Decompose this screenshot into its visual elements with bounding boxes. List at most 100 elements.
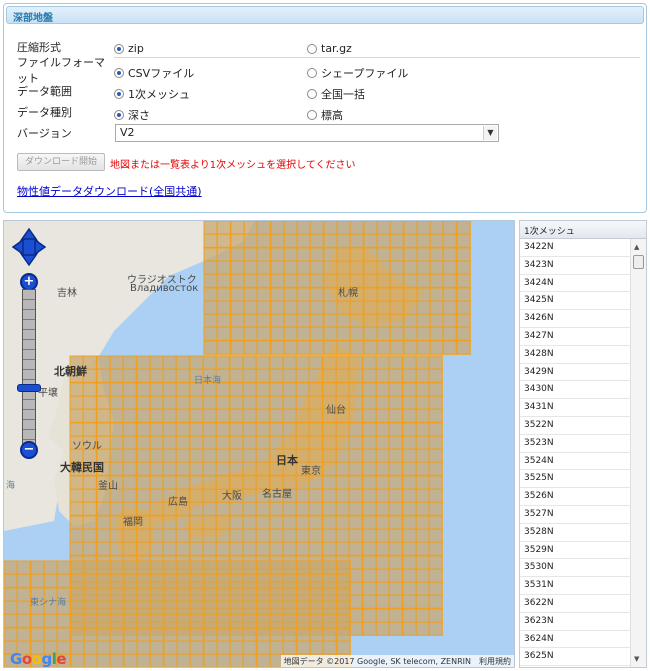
mesh-cell[interactable] [176, 560, 191, 575]
mesh-cell[interactable] [122, 395, 137, 410]
mesh-cell[interactable] [388, 541, 403, 556]
mesh-cell[interactable] [202, 422, 217, 437]
mesh-cell[interactable] [323, 247, 338, 262]
mesh-cell[interactable] [162, 395, 177, 410]
mesh-cell[interactable] [30, 613, 45, 628]
mesh-cell[interactable] [96, 627, 111, 642]
mesh-cell[interactable] [189, 488, 204, 503]
terms-link[interactable]: 利用規約 [479, 656, 511, 666]
mesh-cell[interactable] [336, 573, 351, 588]
mesh-cell[interactable] [348, 568, 363, 583]
mesh-cell[interactable] [203, 233, 218, 248]
mesh-cell[interactable] [428, 488, 443, 503]
mesh-cell[interactable] [389, 247, 404, 262]
mesh-cell[interactable] [149, 573, 164, 588]
mesh-cell[interactable] [415, 515, 430, 530]
mesh-cell[interactable] [335, 368, 350, 383]
mesh-cell[interactable] [322, 627, 337, 642]
mesh-cell[interactable] [96, 573, 111, 588]
mesh-cell[interactable] [415, 594, 430, 609]
mesh-cell[interactable] [456, 287, 471, 302]
mesh-cell[interactable] [149, 448, 164, 463]
mesh-cell[interactable] [416, 326, 431, 341]
mesh-cell[interactable] [109, 435, 124, 450]
mesh-list-item[interactable]: 3428N [520, 346, 630, 364]
mesh-cell[interactable] [243, 287, 258, 302]
mesh-cell[interactable] [308, 355, 323, 370]
mesh-cell[interactable] [123, 627, 138, 642]
mesh-cell[interactable] [189, 627, 204, 642]
mesh-cell[interactable] [149, 541, 164, 556]
mesh-cell[interactable] [376, 300, 391, 315]
mesh-cell[interactable] [322, 501, 337, 516]
mesh-cell[interactable] [376, 221, 391, 235]
mesh-cell[interactable] [309, 313, 324, 328]
mesh-cell[interactable] [229, 408, 244, 423]
mesh-cell[interactable] [322, 355, 337, 370]
mesh-cell[interactable] [256, 573, 271, 588]
mesh-cell[interactable] [109, 501, 124, 516]
mesh-cell[interactable] [363, 273, 378, 288]
mesh-cell[interactable] [309, 587, 324, 602]
mesh-cell[interactable] [296, 326, 311, 341]
mesh-list-item[interactable]: 3526N [520, 488, 630, 506]
mesh-cell[interactable] [189, 560, 204, 575]
mesh-cell[interactable] [242, 501, 257, 516]
mesh-cell[interactable] [322, 640, 337, 655]
mesh-cell[interactable] [388, 555, 403, 570]
mesh-cell[interactable] [282, 528, 297, 543]
mesh-cell[interactable] [348, 422, 363, 437]
property-data-link[interactable]: 物性値データダウンロード(全国共通) [17, 183, 202, 199]
mesh-cell[interactable] [282, 435, 297, 450]
mesh-cell[interactable] [336, 300, 351, 315]
mesh-map[interactable]: 吉林 ウラジオストク Владивосток 北朝鮮 平壌 ソウル 大韓民国 釜… [3, 220, 515, 668]
mesh-cell[interactable] [96, 368, 111, 383]
mesh-cell[interactable] [96, 613, 111, 628]
mesh-cell[interactable] [229, 395, 244, 410]
mesh-cell[interactable] [122, 435, 137, 450]
mesh-cell[interactable] [122, 355, 137, 370]
mesh-cell[interactable] [229, 515, 244, 530]
mesh-cell[interactable] [348, 382, 363, 397]
mesh-cell[interactable] [202, 355, 217, 370]
mesh-cell[interactable] [348, 461, 363, 476]
mesh-cell[interactable] [308, 448, 323, 463]
mesh-cell[interactable] [175, 541, 190, 556]
mesh-cell[interactable] [123, 600, 138, 615]
mesh-cell[interactable] [322, 613, 337, 628]
mesh-cell[interactable] [229, 573, 244, 588]
compression-zip-radio[interactable]: zip [114, 42, 144, 55]
mesh-cell[interactable] [389, 287, 404, 302]
mesh-cell[interactable] [375, 501, 390, 516]
mesh-cell[interactable] [149, 627, 164, 642]
mesh-cell[interactable] [428, 382, 443, 397]
scroll-thumb[interactable] [633, 255, 644, 269]
mesh-cell[interactable] [136, 627, 151, 642]
mesh-cell[interactable] [348, 581, 363, 596]
range-mesh-radio[interactable]: 1次メッシュ [114, 86, 190, 102]
mesh-cell[interactable] [189, 501, 204, 516]
mesh-cell[interactable] [348, 395, 363, 410]
mesh-cell[interactable] [388, 594, 403, 609]
mesh-cell[interactable] [189, 355, 204, 370]
mesh-cell[interactable] [82, 488, 97, 503]
mesh-cell[interactable] [203, 627, 218, 642]
mesh-cell[interactable] [429, 247, 444, 262]
mesh-cell[interactable] [308, 395, 323, 410]
mesh-cell[interactable] [96, 600, 111, 615]
mesh-list-item[interactable]: 3423N [520, 257, 630, 275]
mesh-list-item[interactable]: 3527N [520, 506, 630, 524]
mesh-cell[interactable] [149, 422, 164, 437]
mesh-cell[interactable] [136, 422, 151, 437]
mesh-cell[interactable] [189, 461, 204, 476]
mesh-cell[interactable] [162, 448, 177, 463]
mesh-cell[interactable] [230, 273, 245, 288]
mesh-cell[interactable] [16, 627, 31, 642]
mesh-cell[interactable] [149, 515, 164, 530]
mesh-cell[interactable] [270, 340, 285, 355]
mesh-cell[interactable] [136, 560, 151, 575]
mesh-cell[interactable] [203, 300, 218, 315]
mesh-cell[interactable] [376, 273, 391, 288]
mesh-cell[interactable] [363, 233, 378, 248]
mesh-cell[interactable] [283, 233, 298, 248]
